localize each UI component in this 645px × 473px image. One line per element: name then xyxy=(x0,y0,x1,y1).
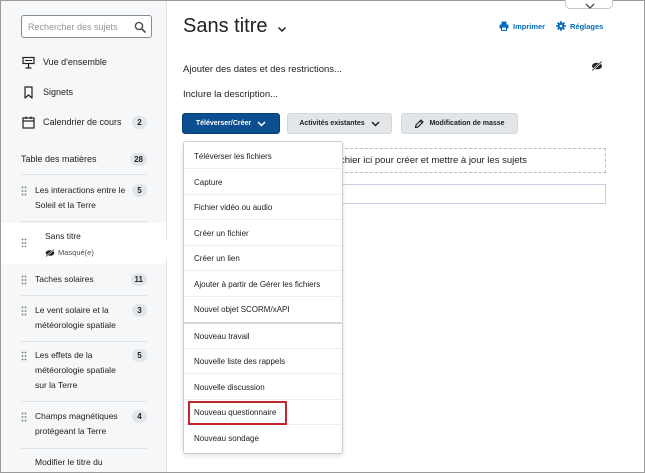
collapse-tab[interactable] xyxy=(565,0,613,9)
module-item[interactable]: Les interactions entre le Soleil et la T… xyxy=(21,183,166,215)
pencil-icon xyxy=(415,118,425,128)
menu-item-upload-files[interactable]: Téléverser les fichiers xyxy=(184,144,342,169)
drag-handle-icon[interactable] xyxy=(21,238,27,248)
chevron-down-icon xyxy=(585,3,595,9)
toc-count-badge: 28 xyxy=(130,153,147,166)
nav-bookmarks[interactable]: Signets xyxy=(21,84,73,100)
include-description-link[interactable]: Inclure la description... xyxy=(183,89,278,100)
overview-icon xyxy=(21,55,35,69)
drag-handle-icon[interactable] xyxy=(21,306,27,316)
gear-icon xyxy=(556,21,566,31)
search-input[interactable] xyxy=(28,20,128,34)
divider xyxy=(21,295,147,296)
module-count-badge: 5 xyxy=(132,349,147,362)
menu-item-new-assignment[interactable]: Nouveau travail xyxy=(184,324,342,349)
add-dates-link[interactable]: Ajouter des dates et des restrictions... xyxy=(183,64,342,75)
menu-item-new-checklist[interactable]: Nouvelle liste des rappels xyxy=(184,349,342,374)
module-title: Sans titre xyxy=(45,231,81,241)
menu-item-create-link[interactable]: Créer un lien xyxy=(184,246,342,271)
bulk-edit-button[interactable]: Modification de masse xyxy=(401,113,518,134)
menu-item-add-from-manage-files[interactable]: Ajouter à partir de Gérer les fichiers xyxy=(184,272,342,297)
page-title[interactable]: Sans titre xyxy=(183,15,287,38)
menu-item-capture[interactable]: Capture xyxy=(184,170,342,195)
drag-handle-icon[interactable] xyxy=(21,275,27,285)
module-item[interactable]: Les effets de la météorologie spatiale s… xyxy=(21,348,166,395)
drop-zone-text: chier ici pour créer et mettre à jour le… xyxy=(340,155,527,166)
toc-label[interactable]: Table des matières xyxy=(21,154,97,164)
module-count-badge: 3 xyxy=(132,304,147,317)
drag-handle-icon[interactable] xyxy=(21,186,27,196)
print-button[interactable]: Imprimer xyxy=(499,21,545,31)
module-count-badge: 4 xyxy=(132,410,147,423)
calendar-icon xyxy=(21,115,35,129)
existing-activities-label: Activités existantes xyxy=(299,120,365,127)
bookmark-icon xyxy=(21,85,35,99)
module-title: Les interactions entre le Soleil et la T… xyxy=(35,185,126,210)
new-topic-input[interactable] xyxy=(340,184,606,204)
existing-activities-button[interactable]: Activités existantes xyxy=(287,113,392,134)
menu-item-new-survey[interactable]: Nouveau sondage xyxy=(184,426,342,451)
module-count-badge: 11 xyxy=(130,273,147,286)
module-item-active[interactable]: Sans titre Masqué(e) xyxy=(1,223,166,264)
module-text: Sans titre Masqué(e) xyxy=(45,229,139,260)
menu-item-create-file[interactable]: Créer un fichier xyxy=(184,221,342,246)
module-item[interactable]: Taches solaires 11 xyxy=(21,272,166,288)
chevron-down-icon xyxy=(257,120,266,127)
search-box[interactable] xyxy=(21,15,152,38)
divider xyxy=(21,401,147,402)
drag-handle-icon[interactable] xyxy=(21,412,27,422)
eye-off-icon xyxy=(45,248,55,257)
page-title-text: Sans titre xyxy=(183,15,268,37)
chevron-down-icon xyxy=(371,120,380,127)
module-title: Modifier le titre du xyxy=(35,457,103,467)
search-icon[interactable] xyxy=(134,21,146,33)
file-drop-zone[interactable]: chier ici pour créer et mettre à jour le… xyxy=(340,148,606,173)
divider xyxy=(21,174,147,175)
module-count-badge: 5 xyxy=(132,184,147,197)
module-title: Le vent solaire et la météorologie spati… xyxy=(35,305,116,330)
settings-label: Réglages xyxy=(570,21,604,31)
bulk-edit-label: Modification de masse xyxy=(429,120,505,127)
nav-calendar-label: Calendrier de cours xyxy=(43,117,122,127)
upload-create-button[interactable]: Téléverser/Créer xyxy=(182,113,280,134)
chevron-down-icon[interactable] xyxy=(277,26,287,33)
nav-overview[interactable]: Vue d'ensemble xyxy=(21,54,107,70)
settings-button[interactable]: Réglages xyxy=(556,21,603,31)
printer-icon xyxy=(499,21,509,31)
upload-create-label: Téléverser/Créer xyxy=(195,120,252,127)
nav-bookmarks-label: Signets xyxy=(43,87,74,97)
hidden-status: Masqué(e) xyxy=(45,245,139,260)
nav-calendar[interactable]: Calendrier de cours 2 xyxy=(21,114,147,130)
sidebar: Vue d'ensemble Signets Calendrier de cou… xyxy=(1,1,167,472)
divider xyxy=(21,341,147,342)
nav-overview-label: Vue d'ensemble xyxy=(43,57,107,67)
drag-handle-icon[interactable] xyxy=(21,351,27,361)
module-item[interactable]: Champs magnétiques protégeant la Terre 4 xyxy=(21,409,166,441)
module-title: Champs magnétiques protégeant la Terre xyxy=(35,411,118,436)
menu-item-video-audio[interactable]: Fichier vidéo ou audio xyxy=(184,195,342,220)
print-label: Imprimer xyxy=(513,21,546,31)
new-quiz-highlight-box xyxy=(188,401,287,425)
menu-item-new-discussion[interactable]: Nouvelle discussion xyxy=(184,375,342,400)
active-indicator xyxy=(160,237,169,261)
divider xyxy=(21,448,147,449)
menu-item-new-scorm[interactable]: Nouvel objet SCORM/xAPI xyxy=(184,297,342,322)
calendar-count-badge: 2 xyxy=(132,115,147,129)
module-title: Les effets de la météorologie spatiale s… xyxy=(35,350,116,390)
module-item[interactable]: Modifier le titre du xyxy=(21,455,166,472)
module-title: Taches solaires xyxy=(35,274,94,284)
module-item[interactable]: Le vent solaire et la météorologie spati… xyxy=(21,303,166,335)
eye-off-icon[interactable] xyxy=(591,61,603,71)
divider xyxy=(21,221,147,222)
hidden-label: Masqué(e) xyxy=(58,248,94,257)
